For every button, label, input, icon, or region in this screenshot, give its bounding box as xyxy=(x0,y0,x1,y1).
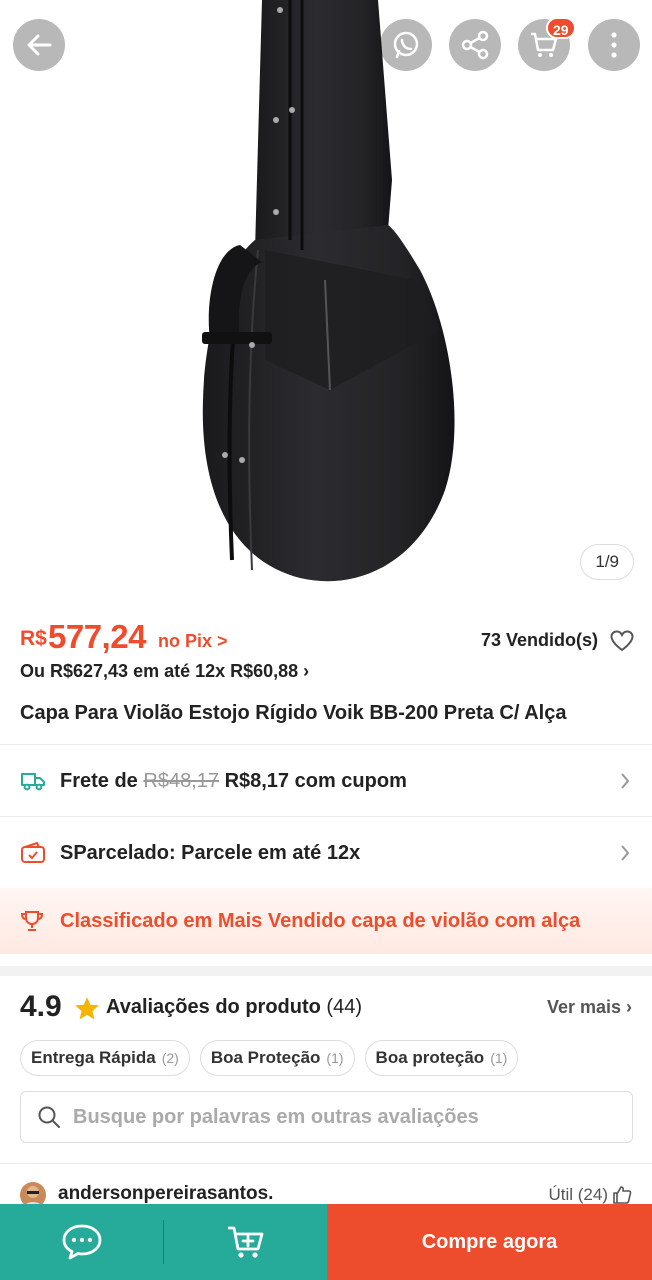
chip-count: (1) xyxy=(490,1050,508,1066)
reviewer-name: andersonpereirasantos. xyxy=(58,1183,274,1204)
ratings-label: Avaliações do produto xyxy=(106,996,321,1018)
cart-count-badge: 29 xyxy=(546,17,576,39)
shipping-row[interactable]: Frete de R$48,17 R$8,17 com cupom xyxy=(0,746,652,816)
sparcelado-row[interactable]: SParcelado: Parcele em até 12x xyxy=(0,818,652,888)
pix-link[interactable]: no Pix > xyxy=(158,631,228,652)
image-counter: 1/9 xyxy=(580,544,634,580)
chevron-right-icon xyxy=(621,845,630,861)
thumbs-up-icon xyxy=(613,1186,632,1204)
add-to-cart-icon xyxy=(227,1226,263,1258)
guitar-case-image xyxy=(202,0,455,582)
chevron-right-icon xyxy=(621,773,630,789)
shipping-label: Frete de xyxy=(60,769,138,792)
price-currency: R$ xyxy=(20,627,47,650)
chip-label: Boa proteção xyxy=(375,1048,485,1067)
product-title: Capa Para Violão Estojo Rígido Voik BB-2… xyxy=(20,702,567,724)
product-image-carousel[interactable]: 29 1/9 xyxy=(0,0,652,600)
useful-label: Útil (24) xyxy=(548,1185,608,1204)
star-icon xyxy=(75,997,99,1020)
review-search-box[interactable] xyxy=(20,1091,633,1143)
bottom-bar-separator xyxy=(163,1204,164,1280)
divider xyxy=(0,816,652,817)
chip-label: Entrega Rápida xyxy=(31,1048,156,1067)
useful-button[interactable]: Útil (24) xyxy=(548,1185,632,1205)
heart-icon xyxy=(610,630,634,652)
search-icon xyxy=(38,1106,60,1128)
shipping-old-price: R$48,17 xyxy=(143,769,219,792)
divider xyxy=(0,1163,652,1164)
share-button[interactable] xyxy=(449,19,501,71)
chat-icon xyxy=(62,1224,101,1260)
back-button[interactable] xyxy=(13,19,65,71)
chip-count: (1) xyxy=(326,1050,344,1066)
ratings-count: (44) xyxy=(326,996,362,1018)
ranking-banner[interactable]: Classificado em Mais Vendido capa de vio… xyxy=(0,888,652,954)
favorite-button[interactable] xyxy=(610,630,634,657)
whatsapp-icon xyxy=(393,31,419,59)
ratings-title: Avaliações do produto (44) xyxy=(106,996,362,1019)
review-chip[interactable]: Boa proteção (1) xyxy=(364,1040,519,1076)
truck-icon xyxy=(21,773,45,791)
share-icon xyxy=(461,30,489,60)
wallet-icon xyxy=(21,842,45,863)
section-gap xyxy=(0,966,652,976)
cart-button[interactable]: 29 xyxy=(518,17,576,71)
rating-score: 4.9 xyxy=(20,990,62,1023)
arrow-left-icon xyxy=(27,34,52,56)
more-options-button[interactable] xyxy=(588,19,640,71)
shipping-new-price: R$8,17 com cupom xyxy=(224,769,407,792)
chip-label: Boa Proteção xyxy=(210,1048,321,1067)
review-chip[interactable]: Entrega Rápida (2) xyxy=(20,1040,190,1076)
more-vertical-icon xyxy=(611,32,617,58)
divider xyxy=(0,744,652,745)
see-more-link[interactable]: Ver mais › xyxy=(547,997,632,1018)
trophy-icon xyxy=(20,911,44,931)
bottom-action-bar: Compre agora xyxy=(0,1204,652,1280)
chat-button[interactable] xyxy=(0,1204,163,1280)
sparcelado-text: SParcelado: Parcele em até 12x xyxy=(60,841,361,864)
review-search-input[interactable] xyxy=(73,1105,613,1129)
price-row: R$ 577,24 no Pix > 73 Vendido(s) xyxy=(20,618,634,658)
installment-info[interactable]: Ou R$627,43 em até 12x R$60,88 › xyxy=(20,661,309,682)
ratings-header: 4.9 Avaliações do produto (44) Ver mais … xyxy=(20,990,632,1026)
buy-now-button[interactable]: Compre agora xyxy=(327,1204,652,1280)
chip-count: (2) xyxy=(161,1050,179,1066)
whatsapp-button[interactable] xyxy=(380,19,432,71)
review-chip[interactable]: Boa Proteção (1) xyxy=(199,1040,355,1076)
shipping-text: Frete de R$48,17 R$8,17 com cupom xyxy=(60,770,407,793)
price-value: 577,24 xyxy=(48,618,146,655)
sold-count: 73 Vendido(s) xyxy=(480,630,598,650)
review-filter-chips: Entrega Rápida (2) Boa Proteção (1) Boa … xyxy=(20,1040,519,1076)
ranking-text: Classificado em Mais Vendido capa de vio… xyxy=(60,909,581,932)
add-to-cart-button[interactable] xyxy=(164,1204,327,1280)
